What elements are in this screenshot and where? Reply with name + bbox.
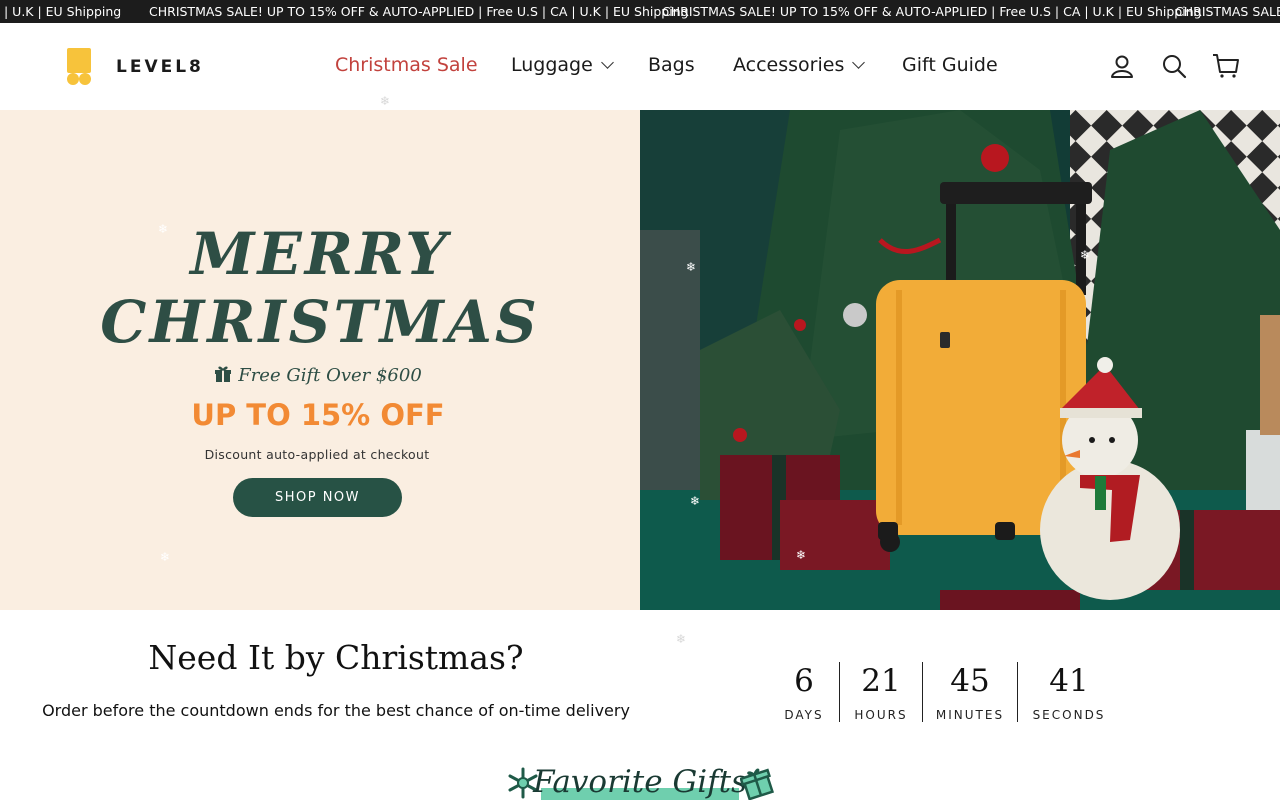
countdown-title: Need It by Christmas? [148, 638, 524, 677]
hero-image[interactable]: ❄ ❄ ❄ ❄ [640, 110, 1280, 610]
hero-banner-text[interactable]: MERRY CHRISTMAS Free Gift Over $600 UP T… [0, 110, 640, 610]
gift-icon [215, 366, 232, 382]
countdown-label: DAYS [784, 708, 824, 722]
shop-now-button[interactable]: SHOP NOW [233, 478, 402, 517]
nav-christmas-sale[interactable]: Christmas Sale [335, 54, 478, 76]
free-gift-text: Free Gift Over $600 [238, 365, 422, 386]
offer-headline: UP TO 15% OFF [191, 398, 445, 432]
cart-icon[interactable] [1212, 52, 1240, 80]
countdown-minutes: 45 MINUTES [934, 662, 1006, 722]
nav-gift-guide[interactable]: Gift Guide [902, 54, 998, 76]
favorite-gifts-title: Favorite Gifts [533, 764, 747, 800]
discount-note: Discount auto-applied at checkout [204, 447, 430, 462]
search-icon[interactable] [1160, 52, 1188, 80]
logo-text: LEVEL8 [116, 57, 204, 77]
countdown-subtitle: Order before the countdown ends for the … [42, 701, 630, 720]
countdown-label: MINUTES [935, 708, 1005, 722]
countdown-seconds: 41 SECONDS [1030, 662, 1108, 722]
countdown-divider [922, 662, 923, 722]
countdown-label: HOURS [854, 708, 908, 722]
countdown-divider [1017, 662, 1018, 722]
countdown-divider [839, 662, 840, 722]
nav-bags[interactable]: Bags [648, 54, 695, 76]
nav-label: Luggage [511, 54, 593, 76]
hero-title-line1: MERRY [190, 220, 450, 288]
announcement-fragment-leading: | U.K | EU Shipping [4, 4, 122, 19]
account-icon[interactable] [1108, 52, 1136, 80]
countdown-hours: 21 HOURS [850, 662, 912, 722]
suitcase-christmas-scene [640, 110, 1280, 610]
countdown-days: 6 DAYS [780, 662, 828, 722]
announcement-message: CHRISTMAS SALE! UP TO 15% OFF & AUTO-APP… [662, 4, 1202, 19]
nav-accessories[interactable]: Accessories [733, 54, 866, 76]
brand-logo[interactable]: LEVEL8 [66, 48, 204, 86]
chevron-down-icon [852, 56, 866, 69]
countdown-value: 6 [794, 663, 814, 699]
chevron-down-icon [600, 56, 614, 69]
announcement-bar: | U.K | EU Shipping CHRISTMAS SALE! UP T… [0, 0, 1280, 23]
free-gift-line: Free Gift Over $600 [0, 365, 636, 386]
nav-label: Accessories [733, 54, 845, 76]
countdown-value: 45 [950, 663, 990, 699]
announcement-fragment-trailing: CHRISTMAS SALE! [1175, 4, 1280, 19]
countdown-label: SECONDS [1032, 708, 1106, 722]
nav-luggage[interactable]: Luggage [511, 54, 614, 76]
countdown-value: 21 [861, 663, 901, 699]
favorite-gifts-heading: Favorite Gifts [504, 760, 776, 800]
nav-label: Bags [648, 54, 695, 76]
hero-title-line2: CHRISTMAS [100, 288, 540, 356]
logo-mark-icon [66, 48, 92, 86]
site-header: LEVEL8 Christmas Sale Luggage Bags Acces… [0, 23, 1280, 111]
gift-box-icon [740, 768, 774, 800]
nav-label: Christmas Sale [335, 54, 478, 76]
announcement-message: CHRISTMAS SALE! UP TO 15% OFF & AUTO-APP… [149, 4, 689, 19]
countdown-value: 41 [1049, 663, 1089, 699]
nav-label: Gift Guide [902, 54, 998, 76]
